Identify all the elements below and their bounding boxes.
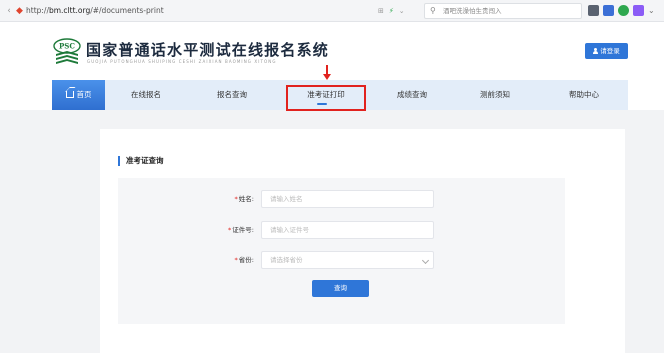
section-title: 准考证查询	[118, 156, 164, 166]
nav-item-online-register[interactable]: 在线报名	[112, 80, 180, 110]
grid-icon[interactable]: ⊞	[378, 5, 384, 17]
id-number-label-text: 证件号:	[232, 226, 254, 234]
logo-badge-text: PSC	[59, 42, 75, 51]
nav-item-home[interactable]: 首页	[52, 80, 105, 110]
site-favicon-icon: ◆	[16, 6, 23, 16]
extension-icon-1[interactable]	[588, 5, 599, 16]
address-bar[interactable]: ‹ ◆ http://bm.cltt.org/#/documents-print…	[0, 3, 418, 19]
required-mark: *	[234, 256, 238, 264]
extension-icon-3[interactable]	[618, 5, 629, 16]
id-number-input[interactable]: 请输入证件号	[261, 221, 434, 239]
site-header: PSC 国家普通话水平测试在线报名系统 GUOJIA PUTONGHUA SHU…	[0, 22, 664, 80]
annotation-highlight-box	[286, 85, 366, 111]
site-title: 国家普通话水平测试在线报名系统	[86, 41, 330, 59]
province-select[interactable]: 请选择省份	[261, 251, 434, 269]
search-icon: ⚲	[430, 6, 436, 15]
name-input[interactable]: 请输入姓名	[261, 190, 434, 208]
annotation-arrow-icon	[323, 74, 331, 80]
chevron-down-icon[interactable]: ⌄	[399, 5, 405, 17]
nav-label-home: 首页	[76, 90, 92, 99]
nav-item-score-query[interactable]: 成绩查询	[378, 80, 446, 110]
id-number-label: *证件号:	[194, 221, 254, 239]
login-label: 请登录	[600, 47, 620, 55]
extension-icons: ⌄	[588, 5, 655, 17]
extension-icon-2[interactable]	[603, 5, 614, 16]
required-mark: *	[234, 195, 238, 203]
login-button[interactable]: 请登录	[585, 43, 628, 59]
url-text[interactable]: http://bm.cltt.org/#/documents-print	[26, 5, 164, 17]
province-label: *省份:	[194, 251, 254, 269]
name-label: *姓名:	[194, 190, 254, 208]
user-icon	[593, 48, 599, 54]
extension-icon-4[interactable]	[633, 5, 644, 16]
nav-item-help-center[interactable]: 帮助中心	[550, 80, 618, 110]
url-path: /#/documents-print	[90, 6, 164, 15]
bolt-icon[interactable]: ⚡	[389, 5, 394, 17]
browser-search-box[interactable]: ⚲ 酒吧洗澡怕生贵闯入	[424, 3, 582, 19]
url-prefix: http://	[26, 6, 49, 15]
address-tools: ⊞ ⚡ ⌄	[378, 5, 418, 17]
url-domain: bm.cltt.org	[48, 6, 91, 15]
browser-search-placeholder: 酒吧洗澡怕生贵闯入	[443, 7, 502, 15]
more-icon[interactable]: ⌄	[648, 5, 655, 16]
query-button[interactable]: 查询	[312, 280, 369, 297]
psc-logo-icon: PSC	[53, 38, 81, 64]
province-label-text: 省份:	[238, 256, 254, 264]
nav-item-pre-test-notice[interactable]: 测前须知	[461, 80, 529, 110]
nav-item-register-query[interactable]: 报名查询	[198, 80, 266, 110]
home-icon	[65, 91, 74, 98]
site-subtitle: GUOJIA PUTONGHUA SHUIPING CESHI ZAIXIAN …	[87, 59, 277, 64]
required-mark: *	[228, 226, 232, 234]
browser-toolbar: ‹ ◆ http://bm.cltt.org/#/documents-print…	[0, 0, 664, 22]
name-label-text: 姓名:	[238, 195, 254, 203]
